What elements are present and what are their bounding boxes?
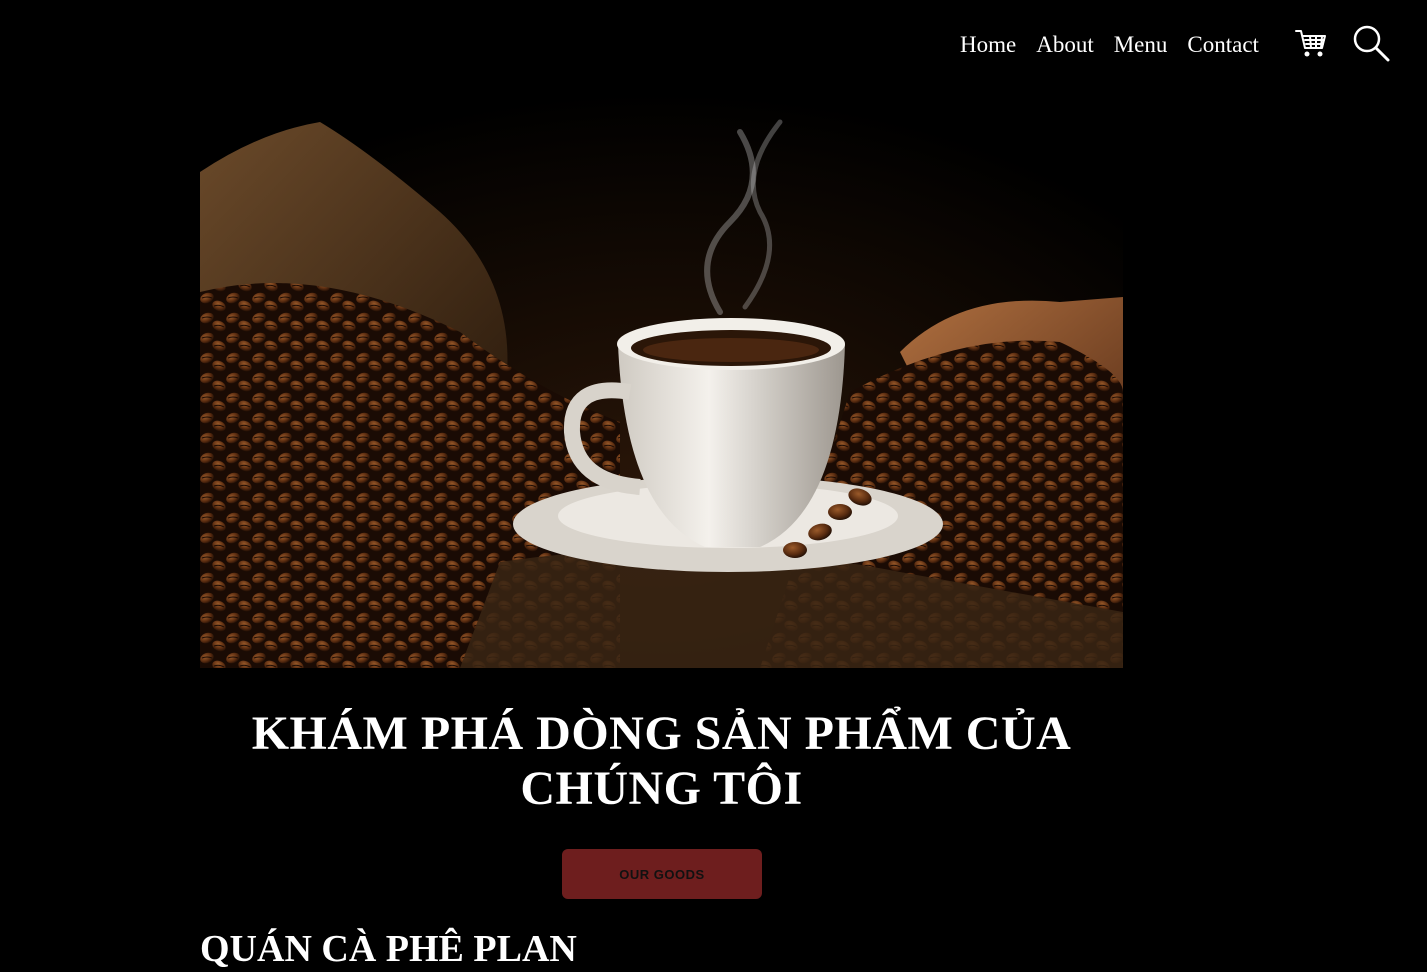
our-goods-button[interactable]: OUR GOODS [562, 849, 762, 899]
nav-links: Home About Menu Contact [960, 30, 1279, 60]
nav-home-link[interactable]: Home [960, 30, 1016, 60]
coffee-photo-illustration [200, 92, 1123, 668]
search-icon[interactable] [1352, 24, 1390, 62]
hero-coffee-image [200, 92, 1123, 668]
nav-menu-link[interactable]: Menu [1114, 30, 1168, 60]
section-title: QUÁN CÀ PHÊ PLAN [200, 928, 577, 970]
cart-icon[interactable] [1294, 26, 1328, 60]
hero-headline: KHÁM PHÁ DÒNG SẢN PHẨM CỦA CHÚNG TÔI [251, 707, 1072, 815]
nav-contact-link[interactable]: Contact [1187, 30, 1259, 60]
top-navigation: Home About Menu Contact [0, 0, 1427, 92]
nav-about-link[interactable]: About [1036, 30, 1094, 60]
